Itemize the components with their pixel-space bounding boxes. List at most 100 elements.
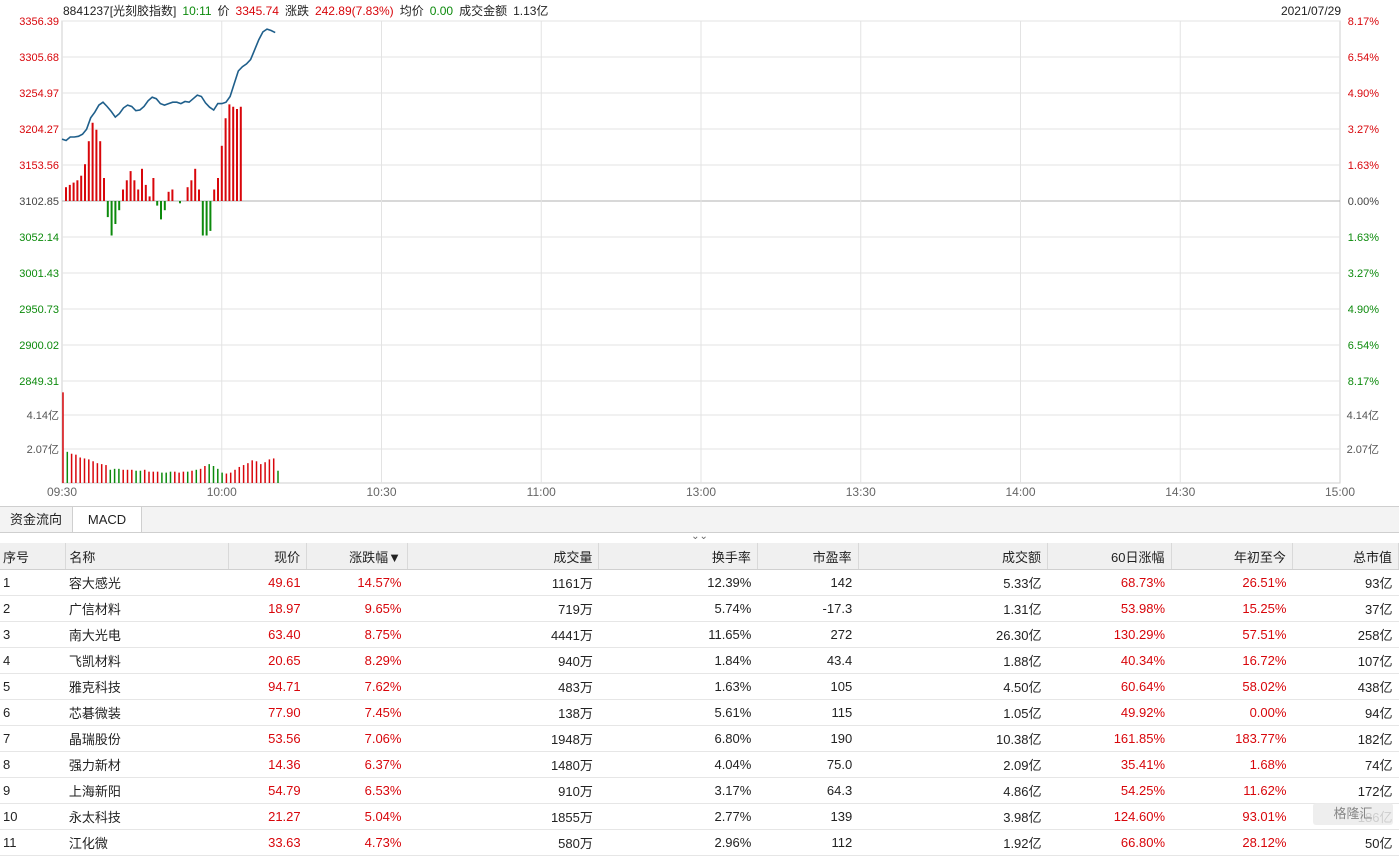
table-cell: 11.62% bbox=[1171, 777, 1293, 804]
table-row[interactable]: 4 飞凯材料 20.65 8.29% 940万 1.84% 43.4 1.88亿 40.34% 1… bbox=[0, 647, 1399, 674]
table-row[interactable]: 6 芯碁微装 77.90 7.45% 138万 5.61% 115 1.05亿 49.92% 0.… bbox=[0, 699, 1399, 726]
table-cell: 6.37% bbox=[306, 751, 408, 778]
table-cell: 飞凯材料 bbox=[65, 647, 229, 674]
pct-tick-label: 3.27% bbox=[1348, 124, 1379, 136]
col-header-change-pct[interactable]: 涨跌幅▼ bbox=[306, 543, 408, 570]
volume-tick-label-right: 4.14亿 bbox=[1347, 409, 1379, 422]
table-cell: 3.98亿 bbox=[858, 803, 1048, 830]
table-cell: 9 bbox=[0, 777, 66, 804]
table-cell: 60.64% bbox=[1047, 673, 1172, 700]
chevron-double-down-icon[interactable]: ⌄⌄ bbox=[0, 531, 1399, 543]
table-cell: 雅克科技 bbox=[65, 673, 229, 700]
table-cell: 5.61% bbox=[598, 699, 758, 726]
x-tick-label: 10:30 bbox=[366, 485, 396, 499]
y-tick-label: 3001.43 bbox=[19, 268, 59, 280]
pct-tick-label: 3.27% bbox=[1348, 268, 1379, 280]
table-cell: 6 bbox=[0, 699, 66, 726]
table-cell: 272 bbox=[757, 621, 859, 648]
col-header-market-cap[interactable]: 总市值 bbox=[1292, 543, 1399, 570]
table-cell: 66.80% bbox=[1047, 829, 1172, 856]
intraday-chart[interactable]: 3356.39 8.17% 3305.68 6.54% 3254.97 4.90% 3204… bbox=[0, 0, 1399, 500]
y-tick-label: 3254.97 bbox=[19, 88, 59, 100]
x-tick-label: 13:00 bbox=[686, 485, 716, 499]
table-row[interactable]: 1 容大感光 49.61 14.57% 1161万 12.39% 142 5.33亿 68.73… bbox=[0, 569, 1399, 596]
table-cell: 115 bbox=[757, 699, 859, 726]
table-cell: 53.56 bbox=[228, 725, 307, 752]
table-cell: 54.79 bbox=[228, 777, 307, 804]
table-row[interactable]: 9 上海新阳 54.79 6.53% 910万 3.17% 64.3 4.86亿 54.25% 1… bbox=[0, 777, 1399, 804]
col-header-60d-change[interactable]: 60日涨幅 bbox=[1047, 543, 1172, 570]
col-header-price[interactable]: 现价 bbox=[228, 543, 308, 570]
table-row[interactable]: 2 广信材料 18.97 9.65% 719万 5.74% -17.3 1.31亿 53.98%… bbox=[0, 595, 1399, 622]
col-header-amount[interactable]: 成交额 bbox=[858, 543, 1049, 570]
table-cell: 容大感光 bbox=[65, 569, 229, 596]
table-cell: 258亿 bbox=[1292, 621, 1399, 648]
table-cell: 4.50亿 bbox=[858, 673, 1048, 700]
table-cell: 77.90 bbox=[228, 699, 307, 726]
table-cell: 永太科技 bbox=[65, 803, 229, 830]
table-cell: 40.34% bbox=[1047, 647, 1172, 674]
y-tick-label: 3305.68 bbox=[19, 52, 59, 64]
table-row[interactable]: 8 强力新材 14.36 6.37% 1480万 4.04% 75.0 2.09亿 35.41%… bbox=[0, 751, 1399, 778]
table-cell: 483万 bbox=[407, 673, 599, 700]
col-header-volume[interactable]: 成交量 bbox=[407, 543, 600, 570]
table-cell: 2.09亿 bbox=[858, 751, 1048, 778]
table-cell: 3.17% bbox=[598, 777, 758, 804]
change-value: 242.89(7.83%) bbox=[314, 4, 394, 18]
table-cell: 138万 bbox=[407, 699, 599, 726]
table-row[interactable]: 5 雅克科技 94.71 7.62% 483万 1.63% 105 4.50亿 60.64% 58… bbox=[0, 673, 1399, 700]
table-cell: 1.63% bbox=[598, 673, 758, 700]
table-cell: 35.41% bbox=[1047, 751, 1172, 778]
table-cell: 139 bbox=[757, 803, 859, 830]
table-cell: 8 bbox=[0, 751, 66, 778]
table-cell: 183.77% bbox=[1171, 725, 1293, 752]
table-cell: 1 bbox=[0, 569, 66, 596]
table-cell: 上海新阳 bbox=[65, 777, 229, 804]
y-tick-label: 2900.02 bbox=[19, 340, 59, 352]
y-tick-label: 2950.73 bbox=[19, 304, 59, 316]
volume-tick-label: 4.14亿 bbox=[27, 409, 59, 422]
pct-tick-label: 8.17% bbox=[1348, 376, 1379, 388]
table-row[interactable]: 10 永太科技 21.27 5.04% 1855万 2.77% 139 3.98亿 124.60… bbox=[0, 803, 1399, 830]
table-cell: 2.77% bbox=[598, 803, 758, 830]
table-cell: 182亿 bbox=[1292, 725, 1399, 752]
price-value: 3345.74 bbox=[235, 4, 279, 18]
table-cell: 580万 bbox=[407, 829, 599, 856]
col-header-turnover[interactable]: 换手率 bbox=[598, 543, 758, 570]
price-label: 价 bbox=[217, 4, 230, 18]
table-cell: 江化微 bbox=[65, 829, 229, 856]
table-cell: 719万 bbox=[407, 595, 599, 622]
table-cell: 142 bbox=[757, 569, 859, 596]
table-row[interactable]: 11 江化微 33.63 4.73% 580万 2.96% 112 1.92亿 66.80% 28… bbox=[0, 829, 1399, 856]
table-cell: 1855万 bbox=[407, 803, 599, 830]
table-cell: 438亿 bbox=[1292, 673, 1399, 700]
table-cell: 15.25% bbox=[1171, 595, 1293, 622]
col-header-ytd[interactable]: 年初至今 bbox=[1171, 543, 1293, 570]
table-cell: 2 bbox=[0, 595, 66, 622]
table-cell: 11.65% bbox=[598, 621, 758, 648]
table-cell: 强力新材 bbox=[65, 751, 229, 778]
y-tick-label: 3153.56 bbox=[19, 160, 59, 172]
table-cell: 124.60% bbox=[1047, 803, 1172, 830]
table-row[interactable]: 3 南大光电 63.40 8.75% 4441万 11.65% 272 26.30亿 130.2… bbox=[0, 621, 1399, 648]
table-cell: 94亿 bbox=[1292, 699, 1399, 726]
table-cell: 8.75% bbox=[306, 621, 408, 648]
tab-fund-flow[interactable]: 资金流向 bbox=[0, 507, 73, 532]
table-cell: 93亿 bbox=[1292, 569, 1399, 596]
tab-macd[interactable]: MACD bbox=[73, 507, 142, 532]
pct-tick-label: 6.54% bbox=[1348, 340, 1379, 352]
table-cell: 74亿 bbox=[1292, 751, 1399, 778]
y-tick-label: 3102.85 bbox=[19, 196, 59, 208]
col-header-index[interactable]: 序号 bbox=[0, 543, 67, 570]
x-tick-label: 10:00 bbox=[207, 485, 237, 499]
table-cell: 4.04% bbox=[598, 751, 758, 778]
table-cell: 910万 bbox=[407, 777, 599, 804]
pct-tick-label: 4.90% bbox=[1348, 304, 1379, 316]
table-row[interactable]: 7 晶瑞股份 53.56 7.06% 1948万 6.80% 190 10.38亿 161.85… bbox=[0, 725, 1399, 752]
x-tick-label: 13:30 bbox=[846, 485, 876, 499]
col-header-pe[interactable]: 市盈率 bbox=[757, 543, 859, 570]
table-cell: 68.73% bbox=[1047, 569, 1172, 596]
col-header-name[interactable]: 名称 bbox=[65, 543, 229, 570]
table-cell: 14.36 bbox=[228, 751, 307, 778]
table-cell: 5.04% bbox=[306, 803, 408, 830]
